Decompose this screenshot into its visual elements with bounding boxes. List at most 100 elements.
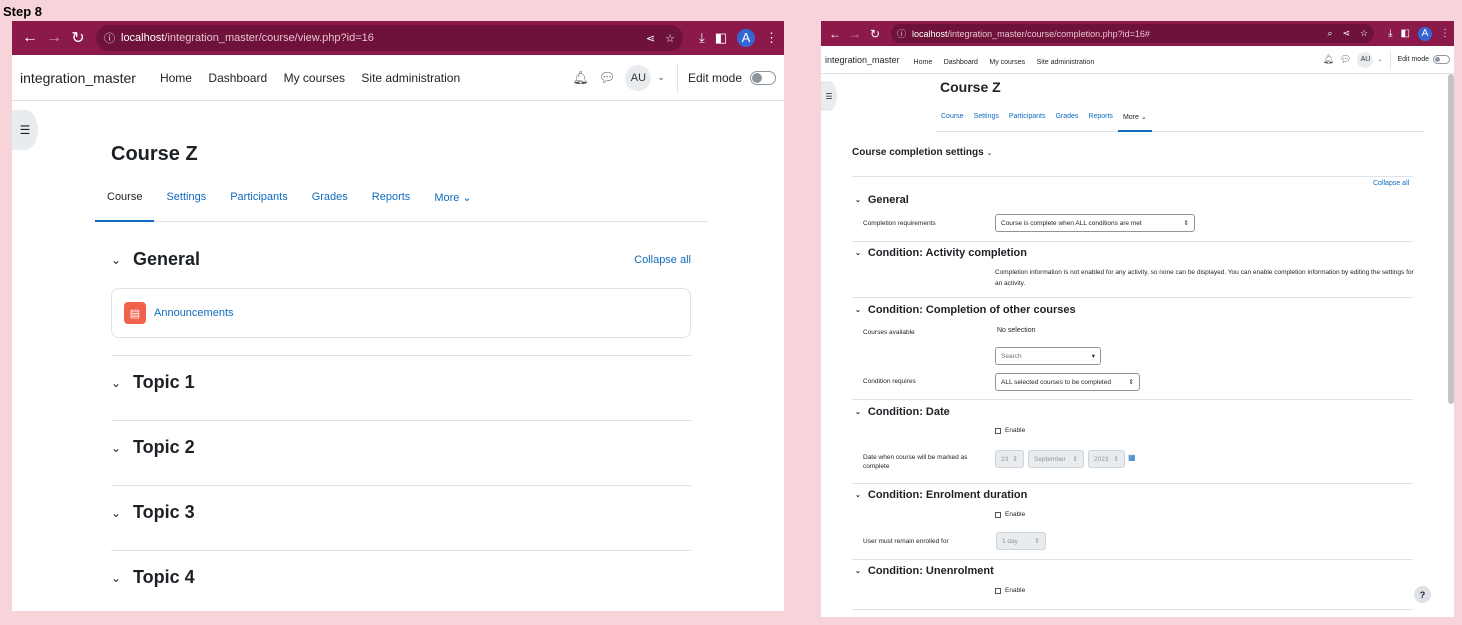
sidepanel-icon[interactable]: ◧ [715, 30, 727, 46]
address-bar[interactable]: ⓘ localhost /integration_master/course/c… [891, 24, 1375, 43]
moodle-navbar: integration_master Home Dashboard My cou… [821, 46, 1454, 74]
forward-icon[interactable]: → [42, 29, 66, 47]
star-icon[interactable]: ☆ [665, 32, 675, 45]
bell-icon[interactable]: 🔔︎ [1323, 54, 1334, 65]
courses-search-select[interactable]: Search ▾ [995, 347, 1101, 365]
chevron-down-icon: ⌄ [855, 307, 861, 314]
activity-completion-description: Completion information is not enabled fo… [995, 269, 1414, 287]
section-enrolment-duration[interactable]: ⌄ Condition: Enrolment duration [855, 489, 1027, 501]
chevron-down-icon[interactable]: ⌄ [111, 506, 123, 520]
section-activity-completion[interactable]: ⌄ Condition: Activity completion [855, 247, 1027, 259]
completion-requirements-select[interactable]: Course is complete when ALL conditions a… [995, 214, 1195, 232]
no-selection-text: No selection [997, 327, 1036, 334]
profile-avatar[interactable]: A [1418, 26, 1432, 41]
chevron-down-icon[interactable]: ⌄ [1377, 56, 1382, 63]
tab-course[interactable]: Course [936, 107, 969, 131]
nav-dashboard[interactable]: Dashboard [208, 71, 267, 85]
share-icon[interactable]: ⋖ [1343, 28, 1351, 39]
year-select[interactable]: 2023 ⇕ [1088, 450, 1125, 468]
chat-icon[interactable]: 💬︎ [1340, 54, 1351, 65]
activity-link[interactable]: Announcements [154, 307, 234, 319]
scrollbar[interactable] [1448, 74, 1454, 404]
browser-toolbar: ← → ↻ ⓘ localhost /integration_master/co… [12, 21, 784, 55]
site-brand[interactable]: integration_master [825, 55, 900, 65]
edit-mode-label: Edit mode [687, 70, 742, 85]
tab-grades[interactable]: Grades [300, 181, 360, 221]
address-bar[interactable]: ⓘ localhost /integration_master/course/v… [96, 25, 683, 51]
course-index-toggle[interactable]: ☰ [12, 110, 38, 150]
star-icon[interactable]: ☆ [1360, 28, 1368, 39]
completion-requirements-label: Completion requirements [863, 220, 936, 227]
nav-site-admin[interactable]: Site administration [361, 71, 460, 85]
section-general[interactable]: ⌄ General [855, 194, 909, 206]
reload-icon[interactable]: ↻ [66, 28, 90, 48]
nav-dashboard[interactable]: Dashboard [944, 59, 978, 66]
user-avatar[interactable]: AU [1357, 51, 1374, 68]
day-select[interactable]: 23 ⇕ [995, 450, 1024, 468]
date-enable-checkbox[interactable]: Enable [995, 427, 1025, 434]
bell-icon[interactable]: 🔔︎ [572, 70, 589, 86]
section-unenrolment[interactable]: ⌄ Condition: Unenrolment [855, 565, 994, 577]
help-button[interactable]: ? [1414, 586, 1431, 603]
download-icon[interactable]: ⤓ [699, 30, 705, 46]
profile-avatar[interactable]: A [737, 29, 755, 47]
tab-settings[interactable]: Settings [154, 181, 218, 221]
nav-my-courses[interactable]: My courses [989, 59, 1025, 66]
chevron-down-icon[interactable]: ⌄ [111, 253, 123, 267]
download-icon[interactable]: ⤓ [1388, 28, 1392, 39]
list-icon: ☰ [19, 123, 31, 137]
tab-participants[interactable]: Participants [1004, 107, 1051, 131]
nav-my-courses[interactable]: My courses [284, 71, 345, 85]
section-title[interactable]: Topic 3 [133, 502, 195, 523]
unenrolment-enable-checkbox[interactable]: Enable [995, 587, 1025, 594]
nav-site-admin[interactable]: Site administration [1037, 59, 1095, 66]
section-title[interactable]: Topic 2 [133, 437, 195, 458]
month-select[interactable]: September ⇕ [1028, 450, 1084, 468]
chevron-down-icon[interactable]: ⌄ [657, 72, 665, 83]
enrolment-enable-checkbox[interactable]: Enable [995, 511, 1025, 518]
section-other-courses[interactable]: ⌄ Condition: Completion of other courses [855, 304, 1076, 316]
back-icon[interactable]: ← [825, 27, 845, 41]
tab-settings[interactable]: Settings [969, 107, 1004, 131]
tab-reports[interactable]: Reports [1083, 107, 1118, 131]
section-topic-2: ⌄ Topic 2 [111, 420, 691, 458]
activity-card[interactable]: ▤ Announcements [111, 288, 691, 338]
share-icon[interactable]: ⋖ [646, 32, 655, 45]
info-icon[interactable]: ⓘ [897, 27, 906, 40]
tab-participants[interactable]: Participants [218, 181, 299, 221]
zoom-icon[interactable]: ⌕ [1327, 28, 1332, 39]
edit-mode-toggle[interactable] [750, 70, 776, 85]
settings-heading[interactable]: Course completion settings ⌄ [852, 147, 992, 158]
forward-icon[interactable]: → [845, 27, 865, 41]
nav-home[interactable]: Home [914, 59, 933, 66]
collapse-all-link[interactable]: Collapse all [1373, 180, 1409, 187]
chevron-down-icon[interactable]: ⌄ [111, 441, 123, 455]
collapse-all-link[interactable]: Collapse all [634, 254, 691, 266]
tab-more[interactable]: More ⌄ [422, 181, 483, 221]
kebab-menu-icon[interactable]: ⋮ [765, 30, 778, 46]
calendar-icon[interactable]: ▦ [1128, 453, 1136, 462]
tab-grades[interactable]: Grades [1050, 107, 1083, 131]
tab-course[interactable]: Course [95, 181, 155, 222]
reload-icon[interactable]: ↻ [865, 27, 885, 41]
course-index-toggle[interactable]: ☰ [821, 81, 837, 111]
back-icon[interactable]: ← [18, 29, 42, 47]
condition-requires-select[interactable]: ALL selected courses to be completed ⇕ [995, 373, 1140, 391]
chevron-down-icon[interactable]: ⌄ [111, 571, 123, 585]
tab-more[interactable]: More ⌄ [1117, 107, 1152, 132]
section-title[interactable]: Topic 4 [133, 567, 195, 588]
enrolment-duration-select[interactable]: 1 day ⇕ [996, 532, 1046, 550]
kebab-menu-icon[interactable]: ⋮ [1440, 28, 1450, 39]
section-title[interactable]: Topic 1 [133, 372, 195, 393]
sidepanel-icon[interactable]: ◧ [1401, 28, 1410, 39]
section-date[interactable]: ⌄ Condition: Date [855, 406, 950, 418]
chevron-down-icon[interactable]: ⌄ [111, 376, 123, 390]
site-brand[interactable]: integration_master [20, 70, 136, 86]
info-icon[interactable]: ⓘ [104, 30, 115, 46]
edit-mode-toggle[interactable] [1433, 55, 1450, 64]
tab-reports[interactable]: Reports [360, 181, 423, 221]
nav-home[interactable]: Home [160, 71, 192, 85]
section-title[interactable]: General [133, 249, 200, 270]
chat-icon[interactable]: 💬︎ [599, 70, 616, 86]
user-avatar[interactable]: AU [625, 64, 652, 91]
